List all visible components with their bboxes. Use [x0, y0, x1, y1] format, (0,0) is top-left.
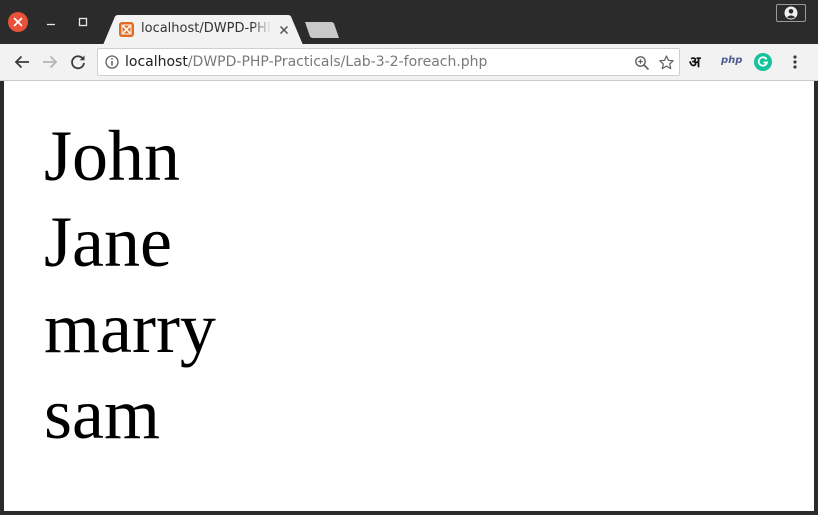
new-tab-button[interactable] [305, 22, 339, 38]
list-item: Jane [44, 202, 172, 282]
reload-button[interactable] [69, 53, 87, 71]
tab-title: localhost/DWPD-PHP-Practicals/Lab-3-2-fo… [141, 21, 271, 36]
name-list: John Jane marry sam [44, 113, 216, 457]
arrow-right-icon [43, 55, 58, 69]
window-minimize-button[interactable] [41, 12, 61, 32]
minimize-icon [47, 23, 55, 26]
kebab-menu-icon[interactable] [789, 54, 801, 70]
title-bar: localhost/DWPD-PHP-Practicals/Lab-3-2-fo… [0, 0, 818, 45]
hindi-extension-icon[interactable]: अ [689, 52, 700, 72]
grammarly-g-icon [757, 56, 769, 67]
list-item: John [44, 116, 181, 196]
tab-close-button[interactable] [277, 23, 291, 37]
reload-icon [71, 55, 85, 70]
profile-button[interactable] [776, 4, 806, 22]
arrow-left-icon [14, 55, 29, 69]
window-maximize-button[interactable] [73, 12, 93, 32]
grammarly-extension-icon[interactable] [754, 53, 772, 71]
bookmark-star-icon[interactable] [658, 54, 675, 71]
tab-active[interactable]: localhost/DWPD-PHP-Practicals/Lab-3-2-fo… [103, 15, 303, 45]
url-text[interactable]: localhost/DWPD-PHP-Practicals/Lab-3-2-fo… [125, 54, 487, 70]
zoom-icon[interactable] [634, 55, 650, 71]
info-icon[interactable] [105, 55, 119, 69]
window-close-button[interactable] [8, 12, 28, 32]
forward-button[interactable] [41, 53, 59, 71]
php-extension-icon[interactable]: php [721, 55, 742, 66]
url-host: localhost [125, 54, 188, 70]
close-icon [13, 17, 23, 27]
url-path: /DWPD-PHP-Practicals/Lab-3-2-foreach.php [187, 54, 488, 70]
avatar-icon [784, 6, 798, 20]
xampp-icon [119, 22, 134, 37]
address-bar[interactable]: localhost/DWPD-PHP-Practicals/Lab-3-2-fo… [97, 48, 680, 76]
browser-toolbar: localhost/DWPD-PHP-Practicals/Lab-3-2-fo… [0, 44, 818, 81]
list-item: sam [44, 374, 160, 454]
browser-window: localhost/DWPD-PHP-Practicals/Lab-3-2-fo… [0, 0, 818, 515]
back-button[interactable] [13, 53, 31, 71]
close-icon [279, 25, 289, 35]
list-item: marry [44, 288, 216, 368]
page-viewport: John Jane marry sam [4, 81, 814, 511]
maximize-icon [78, 17, 88, 27]
